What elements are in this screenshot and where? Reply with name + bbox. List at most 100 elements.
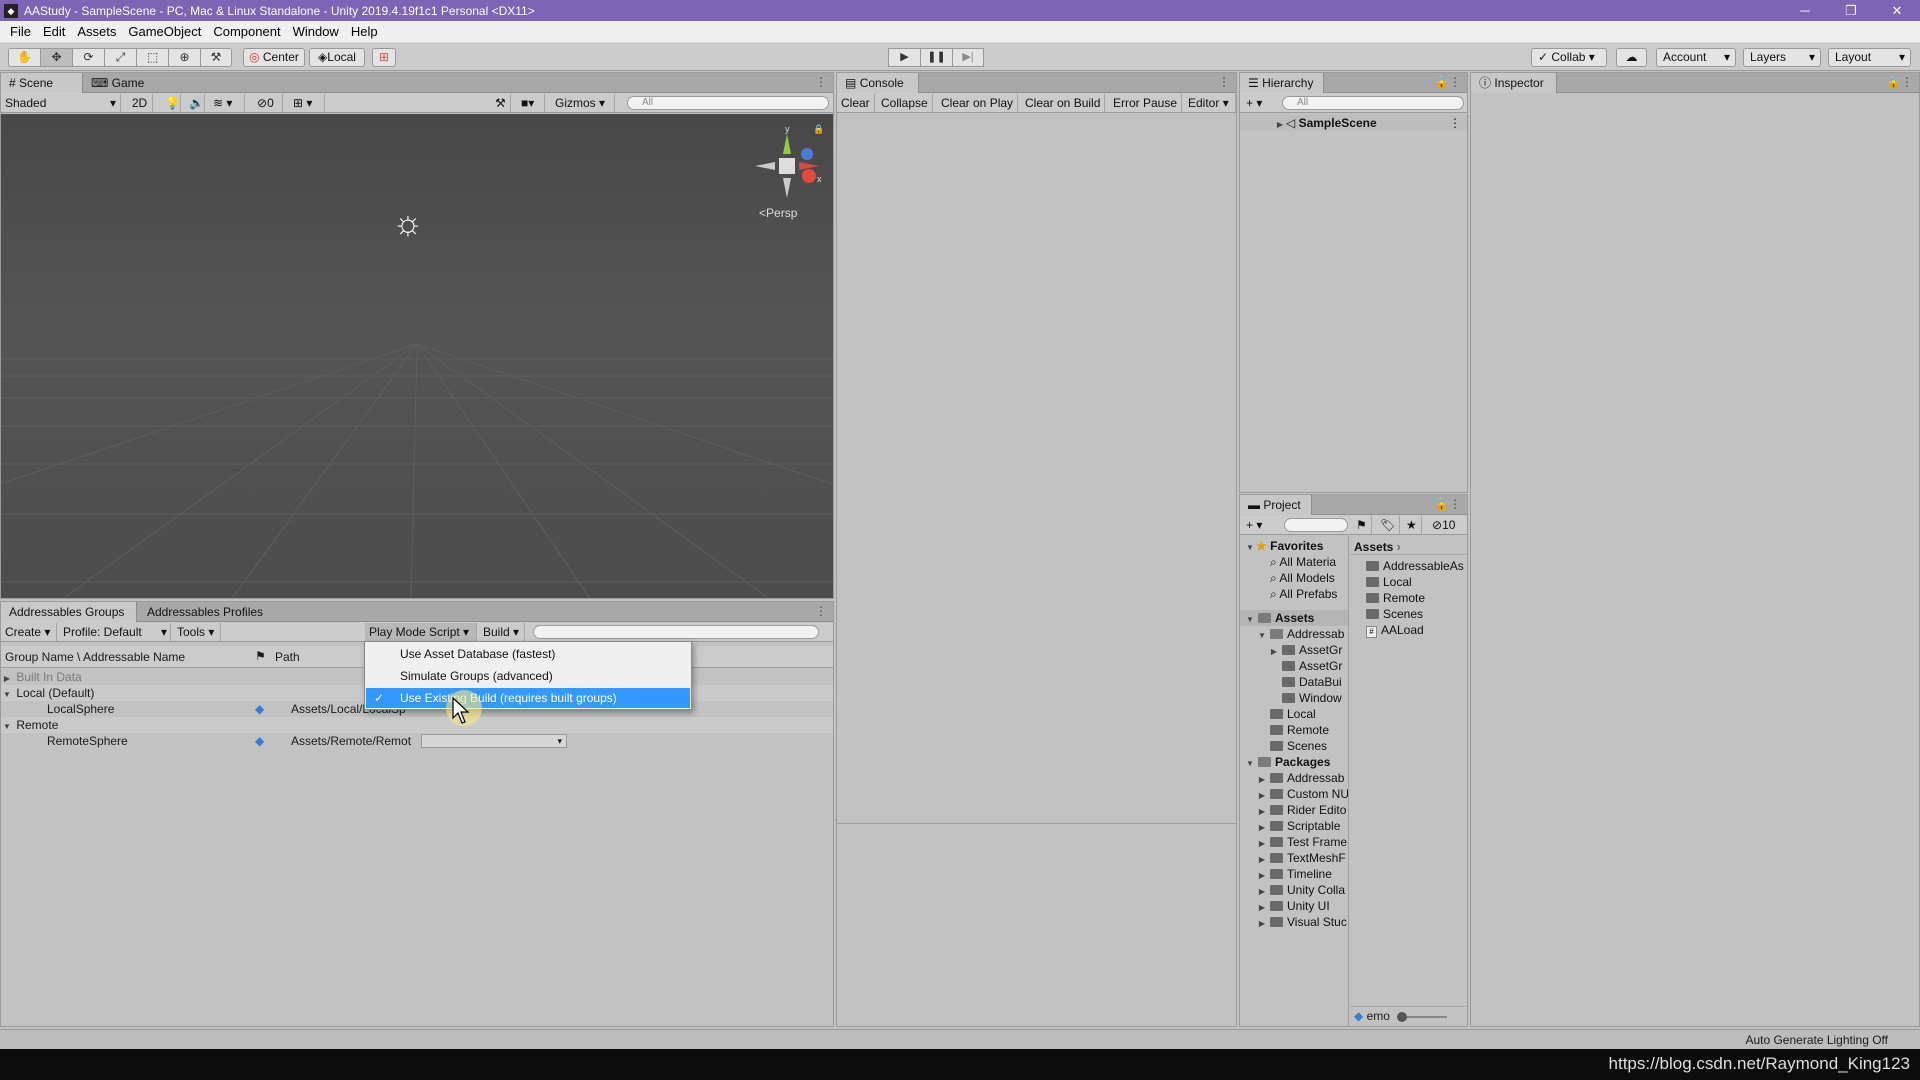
menu-gameobject[interactable]: GameObject bbox=[122, 24, 207, 39]
pivot-local-button[interactable]: ◈Local bbox=[309, 48, 365, 67]
rect-tool-icon[interactable]: ⬚ bbox=[136, 48, 168, 67]
scene-search-input[interactable]: All bbox=[627, 96, 829, 110]
toggle-2d-button[interactable]: 2D bbox=[127, 94, 153, 112]
asset-item[interactable]: AddressableAs bbox=[1350, 558, 1467, 574]
pivot-center-button[interactable]: ◎ Center bbox=[243, 48, 305, 67]
favorite-item[interactable]: ⌕ All Materia bbox=[1240, 554, 1348, 570]
layers-dropdown[interactable]: Layers ▾ bbox=[1743, 48, 1821, 67]
profile-dropdown[interactable]: Profile: Default ▾ bbox=[59, 623, 171, 641]
snap-grid-icon[interactable]: ⊞ bbox=[372, 48, 396, 67]
persp-label[interactable]: <Persp bbox=[759, 206, 797, 220]
entry-row-remotesphere[interactable]: RemoteSphere ◆ Assets/Remote/Remot ▾ bbox=[1, 733, 833, 749]
menu-help[interactable]: Help bbox=[345, 24, 384, 39]
assets-node[interactable]: ▼ Assets bbox=[1240, 610, 1348, 626]
grid-toggle-icon[interactable]: ⊞ ▾ bbox=[289, 94, 325, 112]
folder-item[interactable]: ▼ Addressab bbox=[1240, 626, 1348, 642]
group-row-remote[interactable]: ▼ Remote bbox=[1, 717, 833, 733]
create-dropdown-icon[interactable]: + ▾ bbox=[1242, 516, 1266, 534]
expand-arrow-icon[interactable]: ▶ bbox=[1274, 117, 1286, 133]
menu-assets[interactable]: Assets bbox=[71, 24, 122, 39]
menu-item-use-existing-build[interactable]: ✓ Use Existing Build (requires built grou… bbox=[366, 688, 690, 708]
console-error-pause-button[interactable]: Error Pause bbox=[1109, 94, 1183, 112]
rotate-tool-icon[interactable]: ⟳ bbox=[72, 48, 104, 67]
menu-item-use-asset-database[interactable]: Use Asset Database (fastest) bbox=[366, 644, 690, 664]
tab-console[interactable]: ▤ Console bbox=[837, 73, 919, 93]
tab-game[interactable]: ⌨ Game bbox=[83, 73, 152, 93]
pause-button-icon[interactable]: ❚❚ bbox=[920, 48, 952, 67]
custom-tool-icon[interactable]: ⚒ bbox=[200, 48, 232, 67]
camera-dropdown-icon[interactable]: ■▾ bbox=[517, 94, 545, 112]
column-header-name[interactable]: Group Name \ Addressable Name bbox=[5, 650, 185, 664]
audio-toggle-icon[interactable]: 🔊 bbox=[185, 94, 205, 112]
account-dropdown[interactable]: Account ▾ bbox=[1656, 48, 1736, 67]
build-dropdown[interactable]: Build ▾ bbox=[479, 623, 525, 641]
folder-item[interactable]: Local bbox=[1240, 706, 1348, 722]
lighting-toggle-icon[interactable]: 💡 bbox=[161, 94, 181, 112]
lock-icon[interactable]: 🔒 bbox=[813, 124, 824, 135]
package-item[interactable]: ▶ Rider Edito bbox=[1240, 802, 1348, 818]
favorites-node[interactable]: ▼ ★ Favorites bbox=[1240, 538, 1348, 554]
menu-window[interactable]: Window bbox=[287, 24, 345, 39]
favorite-star-icon[interactable]: ★ bbox=[1402, 516, 1422, 534]
folder-item[interactable]: AssetGr bbox=[1240, 658, 1348, 674]
lock-icon[interactable]: 🔒 bbox=[1434, 75, 1449, 89]
effects-dropdown-icon[interactable]: ≋ ▾ bbox=[209, 94, 245, 112]
panel-menu-icon[interactable]: ⋮ bbox=[815, 75, 827, 89]
tools-dropdown[interactable]: Tools ▾ bbox=[173, 623, 221, 641]
package-item[interactable]: ▶ Timeline bbox=[1240, 866, 1348, 882]
folder-item[interactable]: Remote bbox=[1240, 722, 1348, 738]
package-item[interactable]: ▶ TextMeshF bbox=[1240, 850, 1348, 866]
folder-item[interactable]: DataBui bbox=[1240, 674, 1348, 690]
menu-item-simulate-groups[interactable]: Simulate Groups (advanced) bbox=[366, 666, 690, 686]
search-by-type-icon[interactable]: ⚑ bbox=[1352, 516, 1372, 534]
console-editor-dropdown[interactable]: Editor ▾ bbox=[1184, 94, 1236, 112]
layout-dropdown[interactable]: Layout ▾ bbox=[1828, 48, 1911, 67]
step-button-icon[interactable]: ▶| bbox=[952, 48, 984, 67]
tab-addressables-profiles[interactable]: Addressables Profiles bbox=[139, 602, 271, 622]
console-clear-on-play-button[interactable]: Clear on Play bbox=[937, 94, 1019, 112]
lock-icon[interactable]: 🔒 bbox=[1434, 497, 1449, 511]
packages-node[interactable]: ▼ Packages bbox=[1240, 754, 1348, 770]
asset-item[interactable]: Remote bbox=[1350, 590, 1467, 606]
asset-item[interactable]: Local bbox=[1350, 574, 1467, 590]
collab-dropdown[interactable]: ✓ Collab ▾ bbox=[1531, 48, 1607, 67]
orientation-gizmo[interactable]: y x bbox=[747, 124, 827, 204]
hidden-packages-icon[interactable]: ⊘10 bbox=[1428, 516, 1459, 534]
hierarchy-search-input[interactable]: All bbox=[1282, 96, 1464, 110]
menu-file[interactable]: File bbox=[4, 24, 37, 39]
column-header-type-icon[interactable]: ⚑ bbox=[255, 649, 266, 663]
package-item[interactable]: ▶ Test Frame bbox=[1240, 834, 1348, 850]
search-by-label-icon[interactable]: 🏷 bbox=[1376, 516, 1401, 534]
create-dropdown-icon[interactable]: + ▾ bbox=[1242, 94, 1266, 112]
column-header-path[interactable]: Path bbox=[275, 650, 300, 664]
package-item[interactable]: ▶ Unity UI bbox=[1240, 898, 1348, 914]
menu-edit[interactable]: Edit bbox=[37, 24, 71, 39]
lock-icon[interactable]: 🔒 bbox=[1886, 75, 1901, 89]
scene-menu-icon[interactable]: ⋮ bbox=[1449, 115, 1461, 131]
panel-menu-icon[interactable]: ⋮ bbox=[815, 604, 827, 618]
breadcrumb[interactable]: Assets › bbox=[1350, 539, 1467, 555]
console-collapse-button[interactable]: Collapse bbox=[877, 94, 933, 112]
icon-size-slider[interactable] bbox=[1397, 1011, 1448, 1022]
panel-menu-icon[interactable]: ⋮ bbox=[1449, 75, 1461, 89]
tools-icon[interactable]: ⚒ bbox=[491, 94, 511, 112]
directional-light-icon[interactable]: ☼ bbox=[389, 204, 427, 242]
restore-button[interactable]: ❐ bbox=[1828, 0, 1874, 21]
package-item[interactable]: ▶ Scriptable bbox=[1240, 818, 1348, 834]
favorite-item[interactable]: ⌕ All Models bbox=[1240, 570, 1348, 586]
play-button-icon[interactable]: ▶ bbox=[888, 48, 920, 67]
scene-root-item[interactable]: ▶ ◁ SampleScene ⋮ bbox=[1240, 115, 1467, 131]
console-clear-button[interactable]: Clear bbox=[837, 94, 875, 112]
minimize-button[interactable]: ─ bbox=[1782, 0, 1828, 21]
tab-addressables-groups[interactable]: Addressables Groups bbox=[1, 602, 137, 622]
hidden-objects-icon[interactable]: ⊘0 bbox=[253, 94, 283, 112]
package-item[interactable]: ▶ Visual Stuc bbox=[1240, 914, 1348, 930]
tab-hierarchy[interactable]: ☰ Hierarchy bbox=[1240, 73, 1324, 93]
tab-scene[interactable]: # Scene bbox=[1, 73, 83, 93]
close-button[interactable]: ✕ bbox=[1874, 0, 1920, 21]
asset-item[interactable]: # AALoad bbox=[1350, 622, 1467, 638]
folder-item[interactable]: Window bbox=[1240, 690, 1348, 706]
scene-viewport[interactable]: ☼ y x 🔒 <Persp bbox=[1, 114, 833, 598]
gizmos-dropdown[interactable]: Gizmos ▾ bbox=[551, 94, 615, 112]
folder-item[interactable]: Scenes bbox=[1240, 738, 1348, 754]
